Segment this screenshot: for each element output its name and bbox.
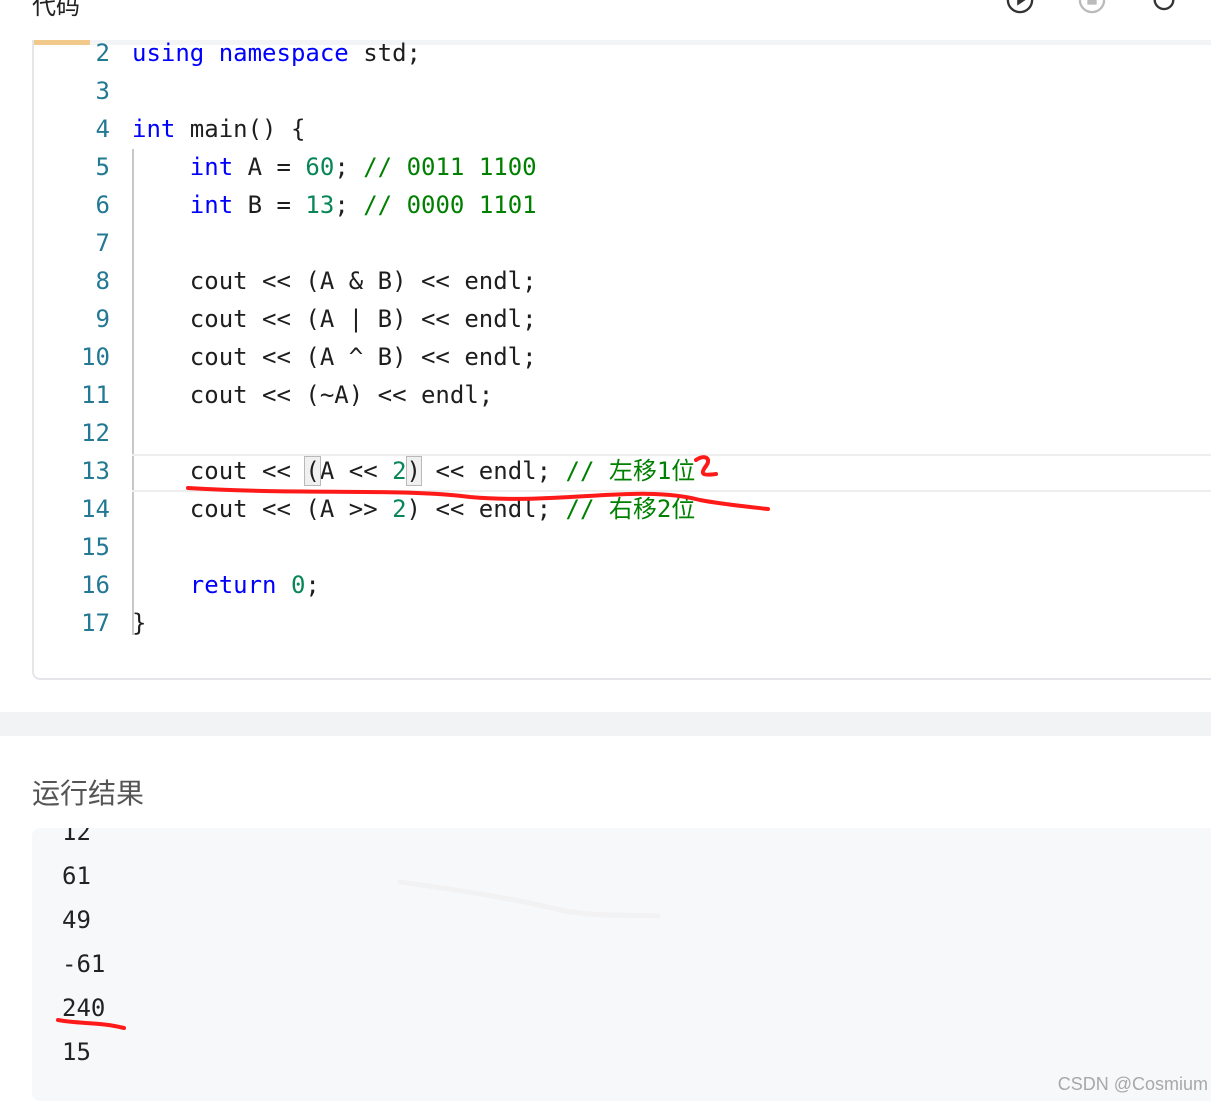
play-icon <box>1006 0 1034 14</box>
line-number: 16 <box>81 571 110 599</box>
line-number: 9 <box>95 305 110 333</box>
watermark: CSDN @Cosmium <box>1057 1074 1208 1094</box>
line-number: 6 <box>95 191 110 219</box>
line-code: cout << (~A) << endl; <box>132 381 494 409</box>
line-code: } <box>132 609 147 637</box>
line-code: return 0; <box>189 571 320 599</box>
line-code: cout << (A | B) << endl; <box>132 305 537 333</box>
code-line[interactable]: 11 cout << (~A) << endl; <box>34 376 1211 414</box>
line-code: int main() { <box>132 115 306 143</box>
section-divider <box>0 712 1211 736</box>
code-line[interactable]: 4 int main() { <box>34 110 1211 148</box>
code-line[interactable]: 7 <box>34 224 1211 262</box>
line-number: 7 <box>95 229 110 257</box>
output-line: 49 <box>62 906 91 934</box>
line-code: int B = 13; // 0000 1101 <box>189 191 537 219</box>
line-code: cout << (A >> 2) << endl; // 右移2位 <box>132 495 696 523</box>
code-line[interactable]: 13 cout << (A << 2) << endl; // 左移1位 <box>34 452 1211 490</box>
output-line: 61 <box>62 862 91 890</box>
run-button[interactable] <box>1006 0 1034 14</box>
panel-title: 代码 <box>32 0 80 20</box>
code-line[interactable]: 12 <box>34 414 1211 452</box>
line-number: 5 <box>95 153 110 181</box>
code-line[interactable]: 14 cout << (A >> 2) << endl; // 右移2位 <box>34 490 1211 528</box>
code-editor[interactable]: 2 using namespace std; 3 4 int main() { 5 int… <box>32 40 1211 680</box>
code-line[interactable]: 6 int B = 13; // 0000 1101 <box>34 186 1211 224</box>
output-line: -61 <box>62 950 106 978</box>
code-line[interactable]: 2 using namespace std; <box>34 40 1211 72</box>
line-number: 12 <box>81 419 110 447</box>
output-panel: 12 61 49 -61 240 15 CSDN @Cosmium <box>32 828 1211 1101</box>
code-line[interactable]: 5 int A = 60; // 0011 1100 <box>34 148 1211 186</box>
line-code: int A = 60; // 0011 1100 <box>189 153 537 181</box>
line-number: 3 <box>95 77 110 105</box>
code-line[interactable]: 17} <box>34 604 1211 642</box>
code-line[interactable]: 9 cout << (A | B) << endl; <box>34 300 1211 338</box>
code-line[interactable]: 16 return 0; <box>34 566 1211 604</box>
output-line: 15 <box>62 1038 91 1066</box>
refresh-icon <box>1153 0 1175 11</box>
line-number: 8 <box>95 267 110 295</box>
code-line[interactable]: 10 cout << (A ^ B) << endl; <box>34 338 1211 376</box>
code-line[interactable]: 3 <box>34 72 1211 110</box>
line-number: 13 <box>81 457 110 485</box>
output-line: 12 <box>62 828 91 846</box>
line-number: 17 <box>81 609 110 637</box>
stop-icon <box>1078 0 1106 14</box>
line-number: 10 <box>81 343 110 371</box>
result-title: 运行结果 <box>32 777 145 810</box>
line-number: 11 <box>81 381 110 409</box>
line-code: cout << (A ^ B) << endl; <box>132 343 537 371</box>
line-code: cout << (A << 2) << endl; // 左移1位 <box>132 456 696 486</box>
line-number: 4 <box>95 115 110 143</box>
code-line[interactable]: 15 <box>34 528 1211 566</box>
output-line: 240 <box>62 994 106 1022</box>
reset-button[interactable] <box>1150 0 1178 14</box>
line-code: cout << (A & B) << endl; <box>132 267 537 295</box>
line-number: 14 <box>81 495 110 523</box>
line-code: using namespace std; <box>132 40 421 67</box>
stop-button[interactable] <box>1078 0 1106 14</box>
code-line[interactable]: 8 cout << (A & B) << endl; <box>34 262 1211 300</box>
line-number: 2 <box>95 40 110 67</box>
line-number: 15 <box>81 533 110 561</box>
